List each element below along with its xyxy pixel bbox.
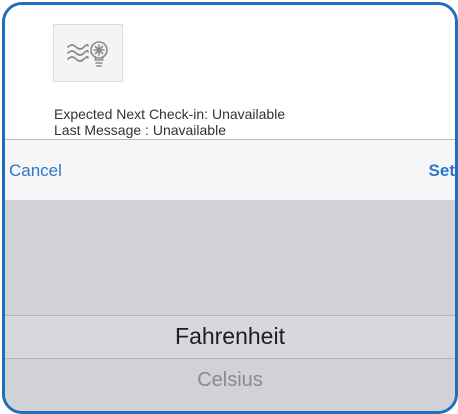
last-message-text: Last Message : Unavailable bbox=[54, 122, 226, 138]
screen-frame: Expected Next Check-in: Unavailable Last… bbox=[2, 2, 458, 414]
device-card: Expected Next Check-in: Unavailable Last… bbox=[5, 5, 455, 141]
unit-picker-wheel[interactable]: Fahrenheit Celsius bbox=[5, 201, 455, 411]
picker-toolbar: Cancel Set bbox=[5, 139, 455, 201]
set-button[interactable]: Set bbox=[429, 161, 455, 181]
device-thumbnail bbox=[53, 24, 123, 82]
cancel-button[interactable]: Cancel bbox=[9, 161, 62, 181]
expected-next-checkin-text: Expected Next Check-in: Unavailable bbox=[54, 106, 286, 122]
wind-lightbulb-icon bbox=[67, 41, 108, 67]
picker-option-fahrenheit[interactable]: Fahrenheit bbox=[5, 323, 455, 350]
picker-option-celsius[interactable]: Celsius bbox=[5, 369, 455, 392]
